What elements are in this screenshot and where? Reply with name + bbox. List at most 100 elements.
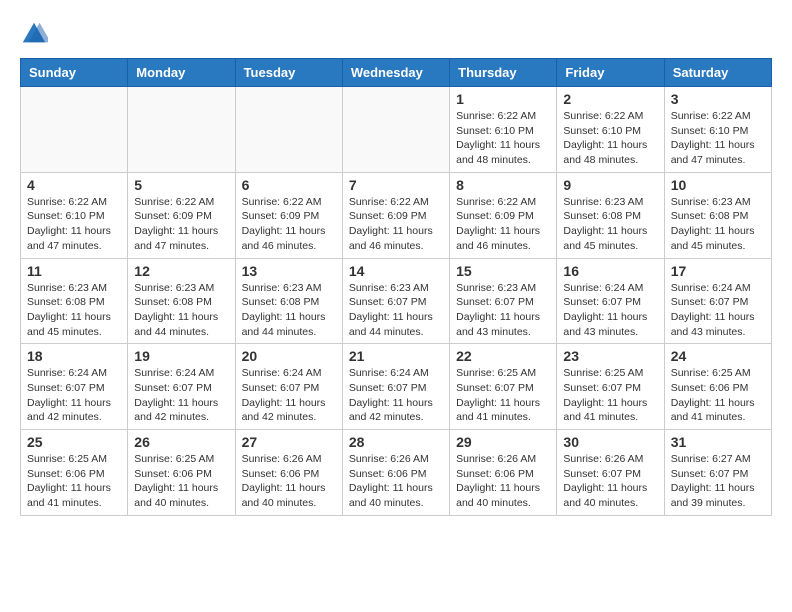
day-number: 8 xyxy=(456,177,550,193)
calendar-header-thursday: Thursday xyxy=(450,59,557,87)
calendar-cell: 14 Sunrise: 6:23 AMSunset: 6:07 PMDayligh… xyxy=(342,258,449,344)
day-number: 3 xyxy=(671,91,765,107)
day-info: Sunrise: 6:22 AMSunset: 6:09 PMDaylight:… xyxy=(134,195,228,254)
day-info: Sunrise: 6:23 AMSunset: 6:08 PMDaylight:… xyxy=(27,281,121,340)
calendar-cell: 18 Sunrise: 6:24 AMSunset: 6:07 PMDayligh… xyxy=(21,344,128,430)
calendar-cell: 9Sunrise: 6:23 AMSunset: 6:08 PMDaylight… xyxy=(557,172,664,258)
day-info: Sunrise: 6:25 AMSunset: 6:07 PMDaylight:… xyxy=(456,366,550,425)
calendar-cell: 8 Sunrise: 6:22 AMSunset: 6:09 PMDaylight… xyxy=(450,172,557,258)
day-info: Sunrise: 6:25 AMSunset: 6:06 PMDaylight:… xyxy=(671,366,765,425)
day-info: Sunrise: 6:26 AMSunset: 6:06 PMDaylight:… xyxy=(456,452,550,511)
calendar-cell: 24Sunrise: 6:25 AMSunset: 6:06 PMDayligh… xyxy=(664,344,771,430)
calendar-cell: 28Sunrise: 6:26 AMSunset: 6:06 PMDayligh… xyxy=(342,430,449,516)
calendar-cell: 10Sunrise: 6:23 AMSunset: 6:08 PMDayligh… xyxy=(664,172,771,258)
calendar-cell: 22 Sunrise: 6:25 AMSunset: 6:07 PMDayligh… xyxy=(450,344,557,430)
day-info: Sunrise: 6:23 AMSunset: 6:08 PMDaylight:… xyxy=(134,281,228,340)
calendar-cell xyxy=(128,87,235,173)
calendar-cell: 4 Sunrise: 6:22 AMSunset: 6:10 PMDaylight… xyxy=(21,172,128,258)
calendar-cell: 20Sunrise: 6:24 AMSunset: 6:07 PMDayligh… xyxy=(235,344,342,430)
calendar-header-row: SundayMondayTuesdayWednesdayThursdayFrid… xyxy=(21,59,772,87)
page-header xyxy=(20,20,772,48)
calendar-cell: 30 Sunrise: 6:26 AMSunset: 6:07 PMDayligh… xyxy=(557,430,664,516)
day-number: 29 xyxy=(456,434,550,450)
day-info: Sunrise: 6:22 AMSunset: 6:09 PMDaylight:… xyxy=(456,195,550,254)
day-info: Sunrise: 6:27 AMSunset: 6:07 PMDaylight:… xyxy=(671,452,765,511)
day-info: Sunrise: 6:24 AMSunset: 6:07 PMDaylight:… xyxy=(349,366,443,425)
day-number: 9 xyxy=(563,177,657,193)
day-number: 11 xyxy=(27,263,121,279)
calendar-table: SundayMondayTuesdayWednesdayThursdayFrid… xyxy=(20,58,772,516)
day-info: Sunrise: 6:22 AMSunset: 6:10 PMDaylight:… xyxy=(563,109,657,168)
calendar-cell: 5 Sunrise: 6:22 AMSunset: 6:09 PMDaylight… xyxy=(128,172,235,258)
calendar-cell: 15 Sunrise: 6:23 AMSunset: 6:07 PMDayligh… xyxy=(450,258,557,344)
calendar-cell xyxy=(235,87,342,173)
day-info: Sunrise: 6:26 AMSunset: 6:07 PMDaylight:… xyxy=(563,452,657,511)
calendar-cell xyxy=(342,87,449,173)
day-number: 16 xyxy=(563,263,657,279)
day-number: 23 xyxy=(563,348,657,364)
day-info: Sunrise: 6:23 AMSunset: 6:08 PMDaylight:… xyxy=(242,281,336,340)
day-number: 21 xyxy=(349,348,443,364)
day-info: Sunrise: 6:25 AMSunset: 6:06 PMDaylight:… xyxy=(134,452,228,511)
week-row-5: 25 Sunrise: 6:25 AMSunset: 6:06 PMDayligh… xyxy=(21,430,772,516)
day-number: 10 xyxy=(671,177,765,193)
calendar-cell: 27 Sunrise: 6:26 AMSunset: 6:06 PMDayligh… xyxy=(235,430,342,516)
calendar-cell: 11 Sunrise: 6:23 AMSunset: 6:08 PMDayligh… xyxy=(21,258,128,344)
calendar-header-friday: Friday xyxy=(557,59,664,87)
day-number: 4 xyxy=(27,177,121,193)
calendar-cell: 1Sunrise: 6:22 AMSunset: 6:10 PMDaylight… xyxy=(450,87,557,173)
calendar-cell: 7Sunrise: 6:22 AMSunset: 6:09 PMDaylight… xyxy=(342,172,449,258)
day-info: Sunrise: 6:22 AMSunset: 6:10 PMDaylight:… xyxy=(27,195,121,254)
day-number: 27 xyxy=(242,434,336,450)
calendar-cell: 2Sunrise: 6:22 AMSunset: 6:10 PMDaylight… xyxy=(557,87,664,173)
day-number: 30 xyxy=(563,434,657,450)
calendar-cell xyxy=(21,87,128,173)
day-number: 12 xyxy=(134,263,228,279)
day-info: Sunrise: 6:22 AMSunset: 6:09 PMDaylight:… xyxy=(242,195,336,254)
week-row-1: 1Sunrise: 6:22 AMSunset: 6:10 PMDaylight… xyxy=(21,87,772,173)
calendar-cell: 31 Sunrise: 6:27 AMSunset: 6:07 PMDayligh… xyxy=(664,430,771,516)
calendar-cell: 19Sunrise: 6:24 AMSunset: 6:07 PMDayligh… xyxy=(128,344,235,430)
day-info: Sunrise: 6:24 AMSunset: 6:07 PMDaylight:… xyxy=(242,366,336,425)
day-info: Sunrise: 6:24 AMSunset: 6:07 PMDaylight:… xyxy=(671,281,765,340)
day-info: Sunrise: 6:24 AMSunset: 6:07 PMDaylight:… xyxy=(563,281,657,340)
day-number: 6 xyxy=(242,177,336,193)
day-number: 5 xyxy=(134,177,228,193)
day-number: 26 xyxy=(134,434,228,450)
logo xyxy=(20,20,52,48)
day-number: 25 xyxy=(27,434,121,450)
calendar-cell: 16 Sunrise: 6:24 AMSunset: 6:07 PMDayligh… xyxy=(557,258,664,344)
day-info: Sunrise: 6:25 AMSunset: 6:06 PMDaylight:… xyxy=(27,452,121,511)
calendar-header-sunday: Sunday xyxy=(21,59,128,87)
day-info: Sunrise: 6:22 AMSunset: 6:10 PMDaylight:… xyxy=(671,109,765,168)
day-info: Sunrise: 6:23 AMSunset: 6:07 PMDaylight:… xyxy=(456,281,550,340)
calendar-header-wednesday: Wednesday xyxy=(342,59,449,87)
day-info: Sunrise: 6:22 AMSunset: 6:10 PMDaylight:… xyxy=(456,109,550,168)
day-number: 7 xyxy=(349,177,443,193)
calendar-cell: 23 Sunrise: 6:25 AMSunset: 6:07 PMDayligh… xyxy=(557,344,664,430)
calendar-cell: 21 Sunrise: 6:24 AMSunset: 6:07 PMDayligh… xyxy=(342,344,449,430)
day-number: 14 xyxy=(349,263,443,279)
calendar-header-monday: Monday xyxy=(128,59,235,87)
week-row-2: 4 Sunrise: 6:22 AMSunset: 6:10 PMDaylight… xyxy=(21,172,772,258)
calendar-cell: 25 Sunrise: 6:25 AMSunset: 6:06 PMDayligh… xyxy=(21,430,128,516)
day-number: 15 xyxy=(456,263,550,279)
calendar-header-tuesday: Tuesday xyxy=(235,59,342,87)
day-number: 17 xyxy=(671,263,765,279)
day-number: 13 xyxy=(242,263,336,279)
day-info: Sunrise: 6:25 AMSunset: 6:07 PMDaylight:… xyxy=(563,366,657,425)
day-number: 31 xyxy=(671,434,765,450)
day-info: Sunrise: 6:23 AMSunset: 6:07 PMDaylight:… xyxy=(349,281,443,340)
day-number: 18 xyxy=(27,348,121,364)
calendar-cell: 12 Sunrise: 6:23 AMSunset: 6:08 PMDayligh… xyxy=(128,258,235,344)
day-info: Sunrise: 6:24 AMSunset: 6:07 PMDaylight:… xyxy=(134,366,228,425)
calendar-cell: 29 Sunrise: 6:26 AMSunset: 6:06 PMDayligh… xyxy=(450,430,557,516)
logo-icon xyxy=(20,20,48,48)
day-number: 22 xyxy=(456,348,550,364)
calendar-cell: 13 Sunrise: 6:23 AMSunset: 6:08 PMDayligh… xyxy=(235,258,342,344)
calendar-cell: 6 Sunrise: 6:22 AMSunset: 6:09 PMDaylight… xyxy=(235,172,342,258)
day-info: Sunrise: 6:26 AMSunset: 6:06 PMDaylight:… xyxy=(242,452,336,511)
week-row-4: 18 Sunrise: 6:24 AMSunset: 6:07 PMDayligh… xyxy=(21,344,772,430)
day-info: Sunrise: 6:26 AMSunset: 6:06 PMDaylight:… xyxy=(349,452,443,511)
day-info: Sunrise: 6:24 AMSunset: 6:07 PMDaylight:… xyxy=(27,366,121,425)
